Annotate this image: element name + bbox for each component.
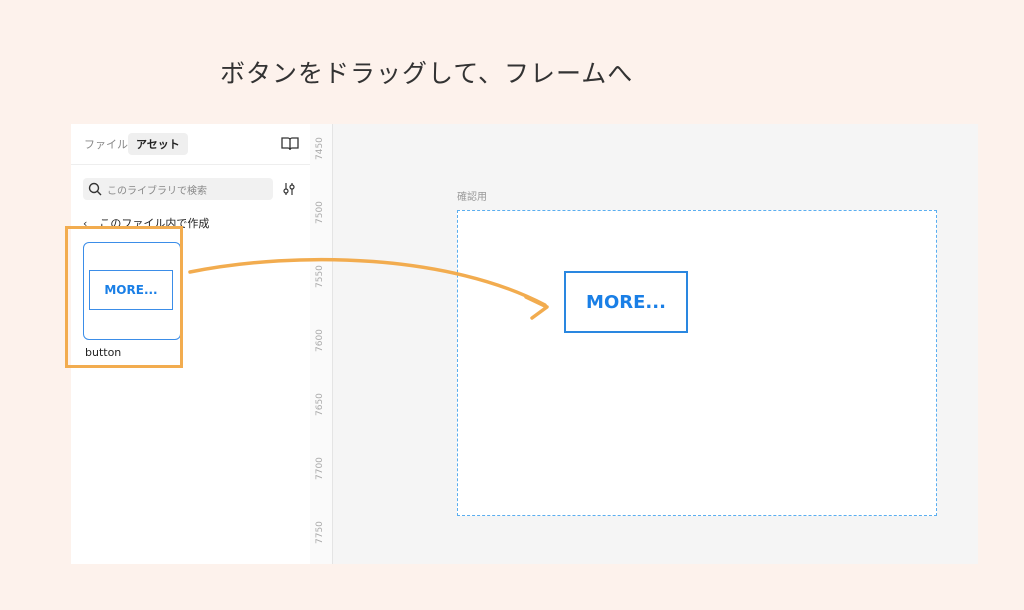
ruler-tick: 7550 bbox=[315, 265, 325, 288]
ruler-tick: 7700 bbox=[315, 457, 325, 480]
tab-assets[interactable]: アセット bbox=[128, 133, 188, 155]
filter-sliders-icon[interactable] bbox=[281, 181, 297, 197]
assets-panel: ファイル アセット このライブラリで検索 ‹ このファイル内で作成 MORE... bbox=[65, 124, 311, 564]
panel-tabs: ファイル アセット bbox=[71, 124, 310, 165]
frame-label[interactable]: 確認用 bbox=[457, 188, 487, 203]
drag-source-highlight bbox=[65, 226, 183, 368]
ruler-tick: 7600 bbox=[315, 329, 325, 352]
library-book-icon[interactable] bbox=[281, 136, 299, 152]
search-placeholder: このライブラリで検索 bbox=[107, 186, 207, 197]
search-icon bbox=[88, 182, 102, 196]
ruler-tick: 7450 bbox=[315, 137, 325, 160]
page-title: ボタンをドラッグして、フレームへ bbox=[220, 59, 634, 88]
ruler-tick: 7500 bbox=[315, 201, 325, 224]
vertical-ruler: 7450 7500 7550 7600 7650 7700 7750 bbox=[310, 124, 333, 564]
search-input[interactable]: このライブラリで検索 bbox=[83, 178, 273, 200]
target-frame[interactable]: MORE... bbox=[457, 210, 937, 516]
editor-window: ファイル アセット このライブラリで検索 ‹ このファイル内で作成 MORE... bbox=[65, 124, 978, 564]
design-canvas[interactable]: 確認用 MORE... bbox=[333, 124, 978, 564]
placed-button[interactable]: MORE... bbox=[564, 271, 688, 333]
ruler-tick: 7650 bbox=[315, 393, 325, 416]
ruler-tick: 7750 bbox=[315, 521, 325, 544]
tab-files[interactable]: ファイル bbox=[76, 133, 136, 155]
